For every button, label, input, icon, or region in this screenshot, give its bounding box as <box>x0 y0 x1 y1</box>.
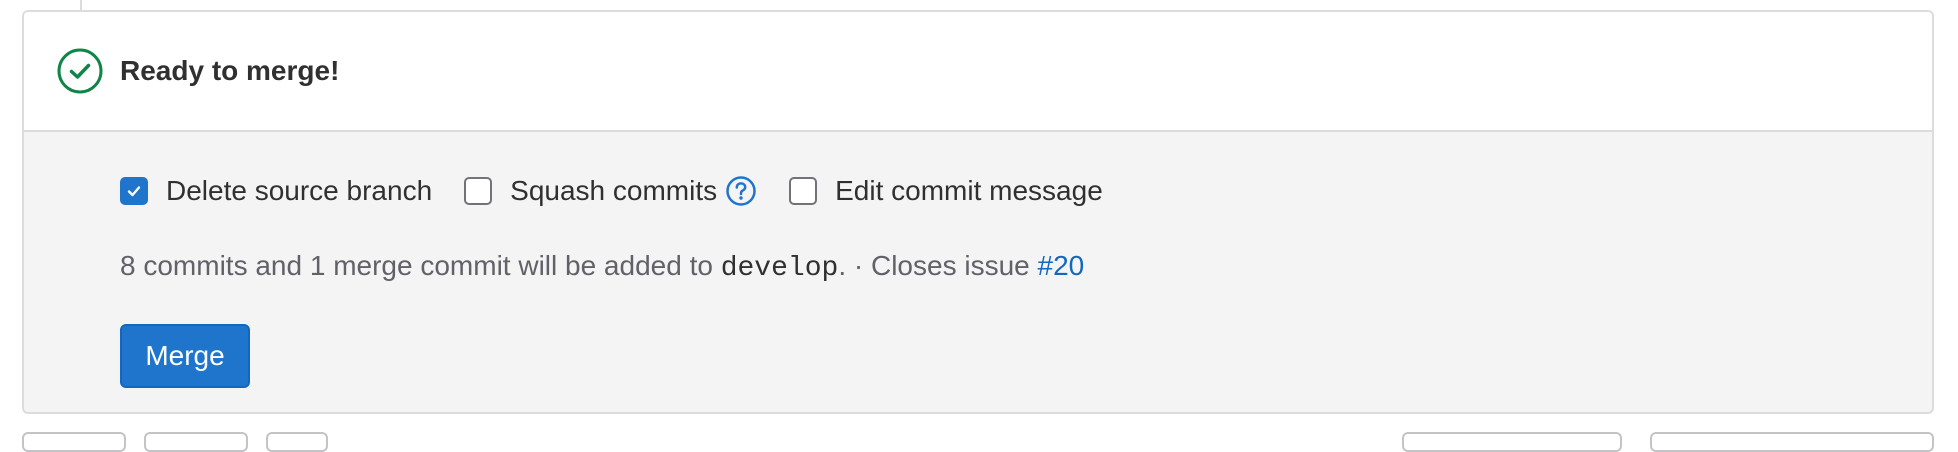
edit-commit-message-label: Edit commit message <box>835 175 1103 206</box>
delete-source-branch-option[interactable]: Delete source branch <box>120 175 432 207</box>
issue-link[interactable]: #20 <box>1038 250 1085 281</box>
timeline-line <box>80 0 82 10</box>
bottom-action-stub[interactable] <box>1402 432 1622 452</box>
edit-commit-message-option[interactable]: Edit commit message <box>789 175 1103 207</box>
bottom-action-stub[interactable] <box>144 432 248 452</box>
delete-source-branch-checkbox[interactable] <box>120 177 148 205</box>
merge-options: Delete source branch Squash commits Edit… <box>120 174 1103 208</box>
merge-info-prefix: 8 commits and 1 merge commit will be add… <box>120 250 721 281</box>
merge-info-middle: . · Closes issue <box>838 250 1038 281</box>
bottom-action-stub[interactable] <box>266 432 328 452</box>
merge-widget: Ready to merge! Delete source branch Squ… <box>22 10 1934 414</box>
question-circle-icon[interactable] <box>725 175 757 207</box>
bottom-action-stub[interactable] <box>22 432 126 452</box>
checkmark-icon <box>127 186 141 197</box>
status-title: Ready to merge! <box>120 55 340 86</box>
delete-source-branch-label: Delete source branch <box>166 175 433 206</box>
squash-commits-label: Squash commits <box>510 175 718 206</box>
merge-button[interactable]: Merge <box>120 324 250 388</box>
edit-commit-message-checkbox[interactable] <box>789 177 818 205</box>
bottom-action-stub[interactable] <box>1650 432 1934 452</box>
merge-info-text: 8 commits and 1 merge commit will be add… <box>120 250 1084 284</box>
squash-commits-checkbox[interactable] <box>464 177 493 205</box>
merge-widget-header: Ready to merge! <box>24 12 1932 132</box>
target-branch: develop <box>720 253 839 284</box>
check-circle-icon <box>56 47 104 95</box>
squash-commits-option[interactable]: Squash commits <box>464 175 757 207</box>
